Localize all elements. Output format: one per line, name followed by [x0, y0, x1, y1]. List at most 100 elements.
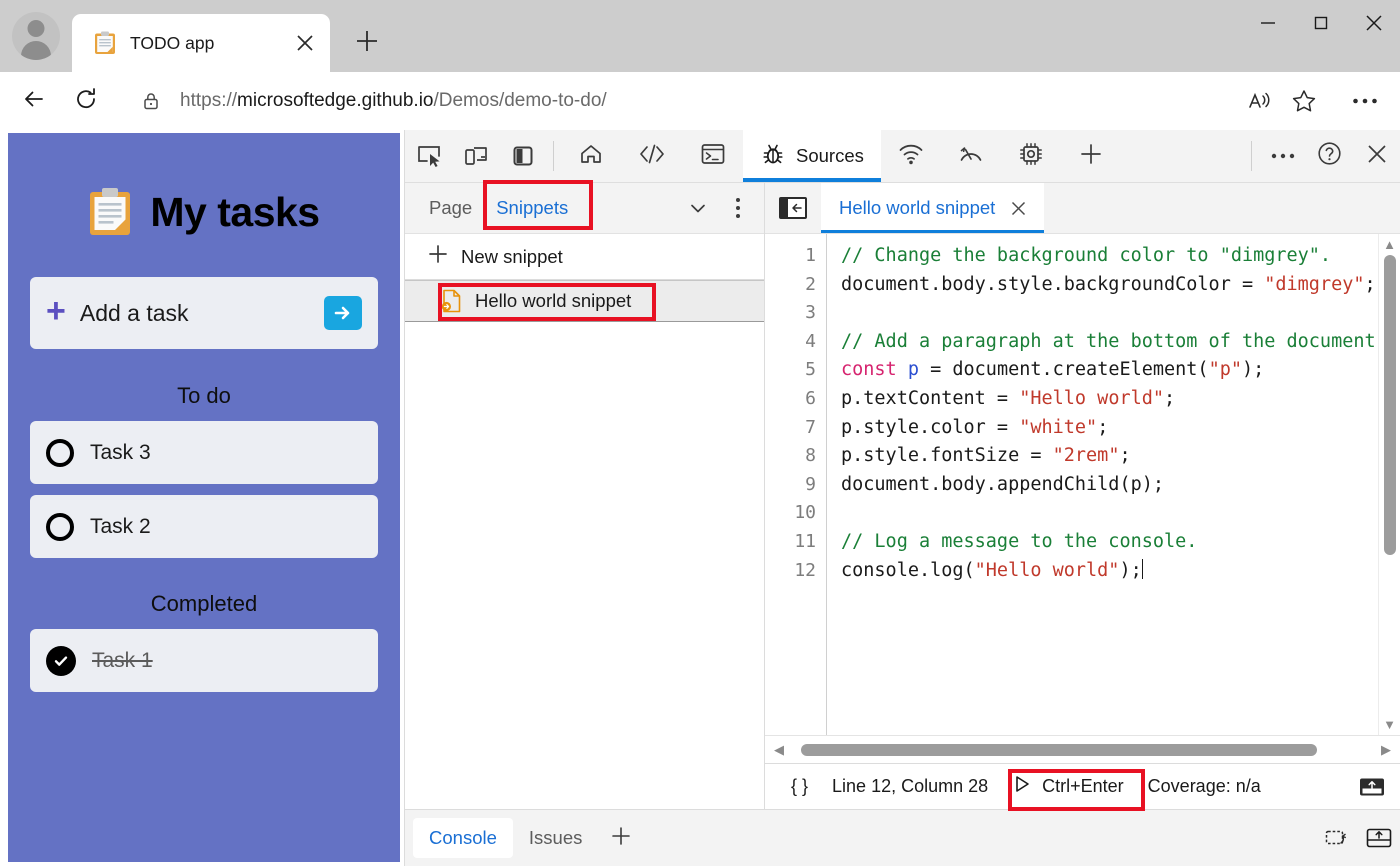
editor-vertical-scrollbar[interactable]: ▲ ▼ — [1378, 234, 1400, 735]
plus-icon — [354, 28, 380, 59]
new-tab-button[interactable] — [347, 23, 387, 63]
task-label: Task 1 — [92, 649, 153, 673]
scroll-left-arrow-icon[interactable]: ◀ — [769, 742, 789, 758]
close-devtools-button[interactable] — [1353, 130, 1400, 182]
url-bar[interactable]: https://microsoftedge.github.io/Demos/de… — [120, 80, 1332, 122]
show-navigator-icon[interactable] — [765, 183, 821, 233]
read-aloud-icon[interactable] — [1238, 81, 1282, 121]
url-domain: microsoftedge.github.io — [237, 90, 433, 111]
snippet-list-item[interactable]: Hello world snippet — [405, 280, 764, 322]
add-task-input[interactable]: + Add a task — [30, 277, 378, 349]
code-token: ); — [1242, 359, 1264, 380]
editor-horizontal-scrollbar[interactable]: ◀ ▶ — [765, 735, 1400, 763]
code-content[interactable]: // Change the background color to "dimgr… — [827, 234, 1378, 735]
horizontal-scrollbar-track[interactable] — [789, 744, 1376, 756]
close-window-button[interactable] — [1347, 0, 1400, 46]
url-path: /Demos/demo-to-do/ — [433, 90, 606, 111]
clipboard-icon — [88, 187, 132, 237]
close-icon[interactable] — [1009, 199, 1028, 218]
tab-home[interactable] — [561, 130, 621, 182]
tab-network[interactable] — [881, 130, 941, 182]
tab-performance[interactable] — [941, 130, 1001, 182]
tab-elements[interactable] — [621, 130, 683, 182]
scroll-down-arrow-icon[interactable]: ▼ — [1383, 718, 1396, 731]
new-snippet-label: New snippet — [461, 246, 563, 268]
back-button[interactable] — [12, 79, 56, 123]
drawer-tab-console[interactable]: Console — [413, 818, 513, 858]
open-drawer-icon[interactable] — [1358, 820, 1400, 856]
devtools-more-options-button[interactable] — [1259, 130, 1306, 182]
open-drawer-icon[interactable] — [1352, 770, 1392, 804]
tab-console[interactable] — [683, 130, 743, 182]
scroll-up-arrow-icon[interactable]: ▲ — [1383, 238, 1396, 251]
navigator-tab-page[interactable]: Page — [417, 191, 484, 225]
task-checkbox-checked-icon[interactable] — [46, 646, 76, 676]
tab-memory[interactable] — [1001, 130, 1061, 182]
navigator-tools — [678, 183, 758, 233]
page-viewport: My tasks + Add a task To do Task 3 — [0, 130, 404, 866]
editor-tab-hello-world-snippet[interactable]: Hello world snippet — [821, 183, 1044, 233]
code-token: ; — [1119, 445, 1130, 466]
toolbar-divider — [553, 141, 554, 171]
line-number: 9 — [765, 471, 816, 500]
code-editor[interactable]: 123456789101112 // Change the background… — [765, 234, 1400, 735]
device-emulation-icon[interactable] — [452, 130, 499, 182]
task-checkbox-unchecked-icon[interactable] — [46, 513, 74, 541]
tab-sources[interactable]: Sources — [743, 130, 881, 182]
code-token: const — [841, 359, 897, 380]
play-triangle-icon — [1012, 774, 1032, 799]
code-line: document.body.style.backgroundColor = "d… — [841, 271, 1378, 300]
browser-settings-button[interactable] — [1342, 79, 1388, 123]
restore-drawer-icon[interactable] — [1316, 820, 1358, 856]
ellipsis-icon — [1271, 147, 1295, 165]
tab-strip: TODO app — [0, 0, 1400, 72]
add-panel-button[interactable] — [1061, 130, 1121, 182]
scroll-right-arrow-icon[interactable]: ▶ — [1376, 742, 1396, 758]
code-token: // Change the background color to "dimgr… — [841, 245, 1331, 266]
star-icon[interactable] — [1282, 81, 1326, 121]
reload-button[interactable] — [64, 79, 108, 123]
kebab-menu-icon[interactable] — [718, 188, 758, 228]
task-checkbox-unchecked-icon[interactable] — [46, 439, 74, 467]
navigator-empty-area — [405, 322, 764, 809]
run-snippet-button[interactable]: Ctrl+Enter — [1000, 774, 1136, 799]
code-token: "p" — [1209, 359, 1242, 380]
code-token: console.log( — [841, 560, 975, 581]
line-number: 8 — [765, 442, 816, 471]
task-item[interactable]: Task 2 — [30, 495, 378, 558]
close-icon[interactable] — [290, 28, 320, 58]
code-token: p.style.fontSize = — [841, 445, 1053, 466]
add-task-submit-button[interactable] — [324, 296, 362, 330]
url-input[interactable]: https://microsoftedge.github.io/Demos/de… — [180, 90, 1238, 112]
horizontal-scrollbar-thumb[interactable] — [801, 744, 1318, 756]
task-label: Task 2 — [90, 515, 151, 539]
minimize-button[interactable] — [1241, 0, 1294, 46]
task-item[interactable]: Task 3 — [30, 421, 378, 484]
pretty-print-button[interactable]: { } — [779, 776, 820, 797]
drawer-add-tool-button[interactable] — [598, 818, 644, 858]
network-icon — [898, 142, 924, 171]
plus-icon: + — [46, 294, 66, 328]
help-button[interactable] — [1306, 130, 1353, 182]
editor-column: Hello world snippet 123456789101112 // C… — [765, 183, 1400, 809]
memory-chip-icon — [1018, 141, 1044, 172]
browser-tab[interactable]: TODO app — [72, 14, 330, 72]
inspect-icon[interactable] — [405, 130, 452, 182]
home-icon — [578, 141, 604, 172]
chevron-down-icon[interactable] — [678, 188, 718, 228]
devtools-body: Page Snippets — [405, 183, 1400, 809]
line-number: 7 — [765, 414, 816, 443]
maximize-button[interactable] — [1294, 0, 1347, 46]
line-number: 12 — [765, 557, 816, 586]
dock-panel-icon[interactable] — [499, 130, 546, 182]
drawer-tab-issues[interactable]: Issues — [513, 818, 598, 858]
new-snippet-button[interactable]: New snippet — [405, 234, 764, 280]
vertical-scrollbar-thumb[interactable] — [1384, 255, 1396, 555]
navigator-tab-snippets[interactable]: Snippets — [484, 191, 580, 225]
run-shortcut-label: Ctrl+Enter — [1042, 776, 1124, 797]
profile-button[interactable] — [0, 0, 72, 72]
lock-icon — [140, 90, 162, 112]
task-item[interactable]: Task 1 — [30, 629, 378, 692]
content-row: My tasks + Add a task To do Task 3 — [0, 130, 1400, 866]
code-token: "Hello world" — [1019, 388, 1164, 409]
